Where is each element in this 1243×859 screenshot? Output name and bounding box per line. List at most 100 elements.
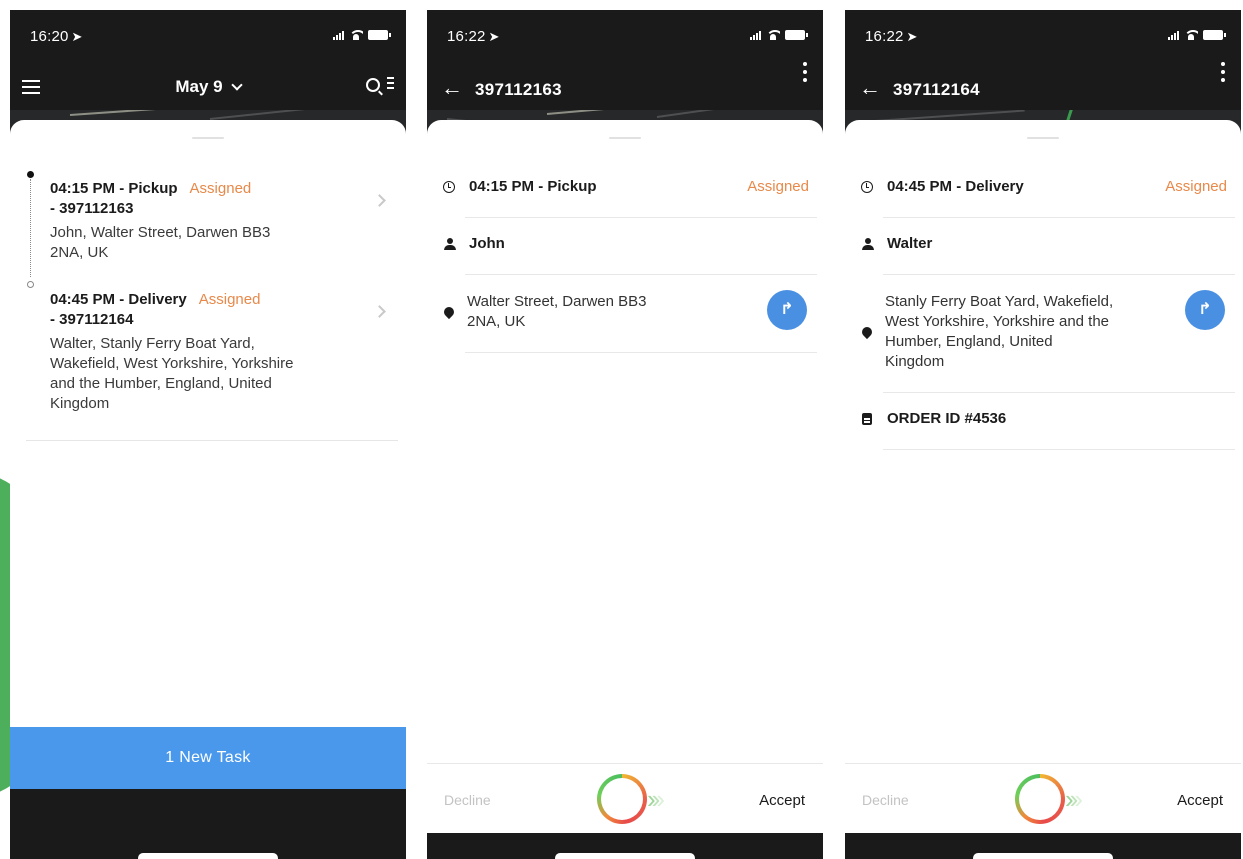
location-pin-icon — [441, 304, 457, 320]
task-detail-sheet: 04:45 PM - Delivery Assigned Walter Stan… — [845, 120, 1241, 789]
map-road — [209, 110, 400, 120]
sheet-grabber[interactable] — [192, 137, 224, 139]
accept-decline-bar: Decline ››› Accept — [845, 763, 1241, 833]
phone-screen-task-detail-delivery: 16:22 ➤ ← 397112164 04:45 PM - Delivery A… — [845, 10, 1241, 859]
chevron-right-icon — [373, 194, 386, 207]
wifi-icon — [766, 30, 780, 40]
back-arrow-icon[interactable]: ← — [859, 77, 881, 99]
accept-button[interactable]: Accept — [759, 792, 805, 809]
slider-arrows-icon: ››› — [1065, 784, 1083, 814]
order-id-row: ORDER ID #4536 — [859, 410, 1241, 430]
wifi-icon — [349, 30, 363, 40]
order-id: ORDER ID #4536 — [887, 410, 1007, 427]
contact-row: Walter — [859, 235, 1241, 255]
slider-handle[interactable] — [597, 774, 647, 824]
task-title: 04:15 PM - Pickup Assigned — [50, 180, 252, 197]
task-id-title: 397112163 — [475, 80, 562, 99]
date-label: May 9 — [175, 77, 223, 96]
task-address-line: and the Humber, England, United — [50, 375, 272, 392]
signal-icon — [333, 30, 344, 40]
detail-divider — [465, 274, 817, 275]
swipe-to-accept-slider[interactable]: ››› — [597, 774, 707, 824]
swipe-to-accept-slider[interactable]: ››› — [1015, 774, 1125, 824]
detail-divider — [465, 352, 817, 353]
battery-icon — [1203, 30, 1226, 40]
task-address-line: 2NA, UK — [50, 244, 109, 261]
address-line: Stanly Ferry Boat Yard, Wakefield, — [885, 293, 1114, 310]
battery-icon — [368, 30, 391, 40]
detail-divider — [883, 274, 1235, 275]
home-indicator — [973, 853, 1113, 859]
address-line: Humber, England, United — [885, 333, 1053, 350]
task-status: Assigned — [189, 180, 252, 197]
navigate-button[interactable]: ↱ — [1185, 290, 1225, 330]
accept-decline-bar: Decline ››› Accept — [427, 763, 823, 833]
address-row: Stanly Ferry Boat Yard, Wakefield, West … — [859, 290, 1241, 390]
map-road — [69, 110, 190, 116]
task-list-sheet: 04:15 PM - Pickup Assigned - 397112163 Jo… — [10, 120, 406, 789]
clipboard-icon — [862, 413, 872, 425]
decline-button[interactable]: Decline — [444, 792, 491, 808]
decline-button[interactable]: Decline — [862, 792, 909, 808]
slider-handle[interactable] — [1015, 774, 1065, 824]
clock-icon — [861, 181, 873, 193]
phone-screen-task-list: 16:20 ➤ May 9 04:15 PM - Pickup Assigned -… — [10, 10, 406, 859]
status-time: 16:22 ➤ — [865, 28, 918, 45]
app-bar: ← 397112163 — [427, 62, 823, 109]
task-address-line: Wakefield, West Yorkshire, Yorkshire — [50, 355, 294, 372]
task-id: - 397112163 — [50, 200, 134, 217]
task-id: - 397112164 — [50, 311, 134, 328]
task-time-label: 04:45 PM - Delivery — [887, 178, 1024, 195]
status-time: 16:20 ➤ — [30, 28, 83, 45]
task-address-line: Kingdom — [50, 395, 110, 412]
address-row: Walter Street, Darwen BB3 2NA, UK ↱ — [441, 290, 823, 350]
person-icon — [862, 238, 874, 250]
status-bar: 16:22 ➤ — [427, 10, 823, 60]
status-bar: 16:20 ➤ — [10, 10, 406, 60]
date-selector[interactable]: May 9 — [10, 77, 406, 97]
wifi-icon — [1184, 30, 1198, 40]
address-line: Kingdom — [885, 353, 945, 370]
location-pin-icon — [859, 324, 875, 340]
task-id-title: 397112164 — [893, 80, 980, 99]
contact-name: Walter — [887, 235, 933, 252]
battery-icon — [785, 30, 808, 40]
signal-icon — [750, 30, 761, 40]
phone-screen-task-detail-pickup: 16:22 ➤ ← 397112163 04:15 PM - Pickup Ass… — [427, 10, 823, 859]
timeline-dot-empty — [27, 281, 34, 288]
sheet-grabber[interactable] — [1027, 137, 1059, 139]
search-filter-button[interactable] — [366, 77, 394, 92]
new-task-button[interactable]: 1 New Task — [10, 727, 406, 789]
detail-divider — [465, 217, 817, 218]
chevron-right-icon — [373, 305, 386, 318]
task-address-line: John, Walter Street, Darwen BB3 — [50, 224, 271, 241]
home-indicator — [555, 853, 695, 859]
detail-divider — [883, 217, 1235, 218]
more-options-icon[interactable] — [803, 62, 807, 86]
task-item-delivery[interactable]: 04:45 PM - Delivery Assigned - 397112164 … — [26, 291, 398, 431]
task-status: Assigned — [747, 178, 809, 195]
navigate-button[interactable]: ↱ — [767, 290, 807, 330]
detail-divider — [883, 392, 1235, 393]
list-divider — [26, 440, 398, 441]
filter-icon — [387, 77, 394, 92]
contact-name: John — [469, 235, 505, 252]
accept-button[interactable]: Accept — [1177, 792, 1223, 809]
slider-arrows-icon: ››› — [647, 784, 665, 814]
clock-icon — [443, 181, 455, 193]
task-status: Assigned — [198, 291, 261, 308]
more-options-icon[interactable] — [1221, 62, 1225, 86]
task-status: Assigned — [1165, 178, 1227, 195]
search-icon — [366, 77, 380, 92]
status-icons — [750, 30, 808, 40]
location-arrow-icon: ➤ — [906, 29, 918, 44]
address-line: 2NA, UK — [467, 313, 526, 330]
sheet-grabber[interactable] — [609, 137, 641, 139]
task-time-row: 04:15 PM - Pickup Assigned — [441, 178, 823, 198]
contact-row: John — [441, 235, 823, 255]
back-arrow-icon[interactable]: ← — [441, 77, 463, 99]
detail-divider — [883, 449, 1235, 450]
task-time-row: 04:45 PM - Delivery Assigned — [859, 178, 1241, 198]
task-item-pickup[interactable]: 04:15 PM - Pickup Assigned - 397112163 Jo… — [26, 180, 398, 280]
address-line: West Yorkshire, Yorkshire and the — [885, 313, 1110, 330]
